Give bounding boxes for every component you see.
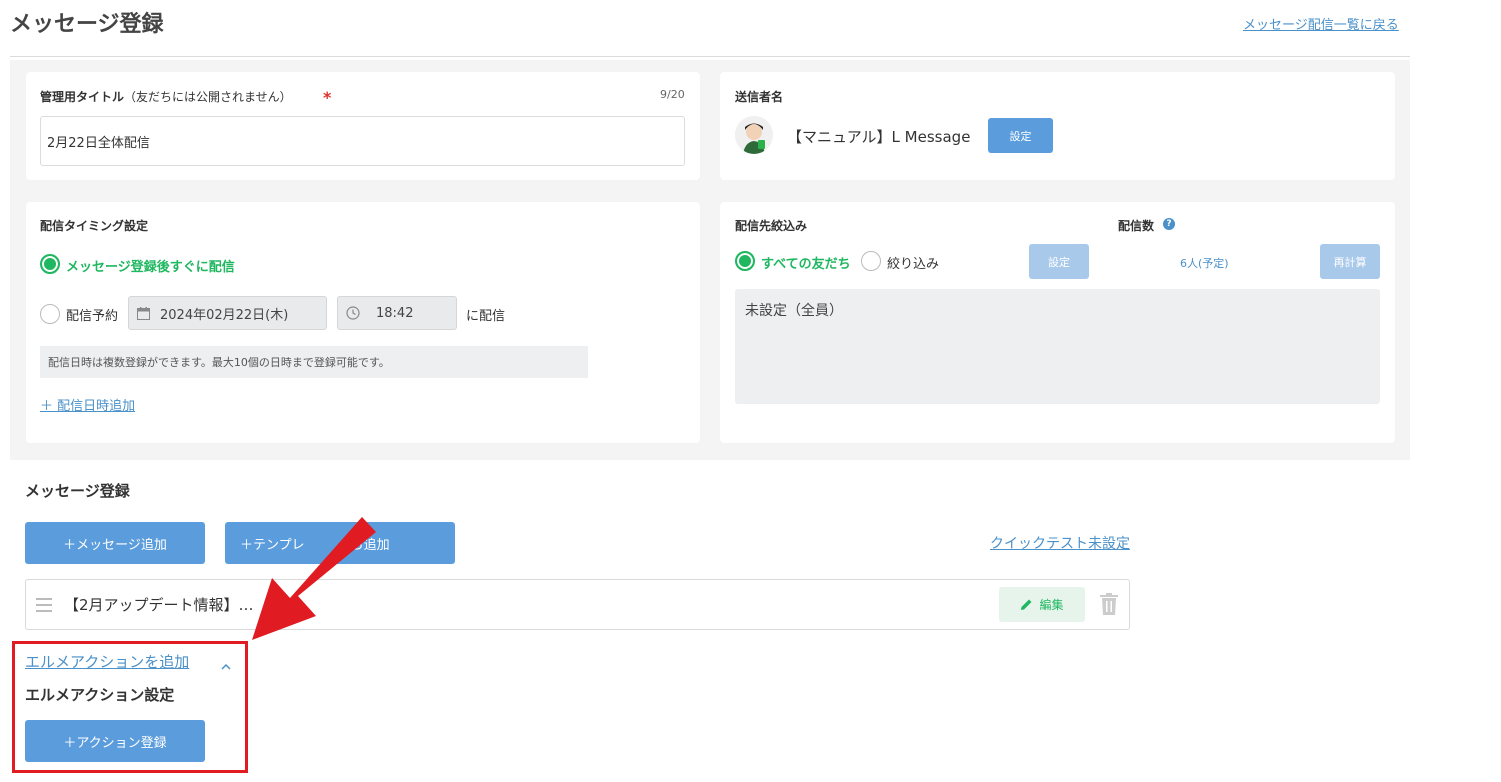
highlight-box [12, 641, 248, 773]
required-mark: * [323, 88, 332, 107]
help-icon[interactable]: ? [1163, 218, 1175, 230]
radio-scheduled[interactable] [40, 304, 60, 324]
quick-test-link[interactable]: クイックテスト未設定 [990, 533, 1130, 553]
target-label: 配信先絞込み [735, 219, 808, 233]
title-char-counter: 9/20 [660, 88, 685, 101]
sender-set-button[interactable]: 設定 [988, 118, 1053, 153]
timing-label: 配信タイミング設定 [40, 219, 149, 233]
scheduled-option-label: 配信予約 [66, 309, 119, 324]
calendar-icon [137, 306, 150, 320]
target-summary-box: 未設定（全員） [735, 289, 1380, 404]
message-item-title: 【2月アップデート情報】… [64, 596, 254, 614]
radio-immediate[interactable] [40, 254, 60, 274]
admin-title-input[interactable]: 2月22日全体配信 [40, 116, 685, 166]
radio-all-friends[interactable] [735, 251, 755, 271]
target-set-button[interactable]: 設定 [1029, 244, 1089, 279]
back-to-list-link[interactable]: メッセージ配信一覧に戻る [1243, 14, 1399, 33]
title-divider [10, 56, 1410, 57]
schedule-notice: 配信日時は複数登録ができます。最大10個の日時まで登録可能です。 [40, 346, 588, 378]
sender-label: 送信者名 [735, 90, 784, 104]
schedule-time-value: 18:42 [376, 305, 414, 321]
radio-filter[interactable] [861, 251, 881, 271]
edit-message-button[interactable]: 編集 [999, 587, 1085, 622]
annotation-arrow-icon [240, 512, 380, 646]
add-message-button[interactable]: ＋メッセージ追加 [25, 522, 205, 564]
schedule-date-field[interactable]: 2024年02月22日(木) [128, 296, 327, 330]
edit-button-label: 編集 [1039, 598, 1064, 612]
immediate-option-label: メッセージ登録後すぐに配信 [66, 260, 235, 275]
recalculate-button[interactable]: 再計算 [1320, 244, 1380, 279]
delivery-count-value: 6人(予定) [1180, 257, 1229, 270]
admin-title-sub-label: （友だちには公開されません） [124, 90, 292, 104]
help-icon-glyph: ? [1166, 219, 1172, 229]
clock-icon [346, 306, 360, 320]
schedule-time-field[interactable]: 18:42 [337, 296, 457, 330]
schedule-date-value: 2024年02月22日(木) [160, 307, 289, 323]
target-summary-text: 未設定（全員） [745, 303, 843, 319]
trash-icon[interactable] [1100, 593, 1118, 619]
page-title: メッセージ登録 [10, 12, 164, 37]
pencil-icon [1020, 598, 1033, 611]
admin-title-value: 2月22日全体配信 [47, 135, 150, 151]
schedule-notice-text: 配信日時は複数登録ができます。最大10個の日時まで登録可能です。 [48, 356, 390, 369]
filter-label: 絞り込み [887, 257, 940, 272]
drag-handle-icon[interactable] [36, 597, 52, 616]
message-section-heading: メッセージ登録 [25, 482, 130, 500]
add-schedule-link[interactable]: ＋ 配信日時追加 [40, 395, 135, 414]
sender-name: 【マニュアル】L Message [787, 128, 971, 146]
delivery-count-label: 配信数 [1118, 219, 1155, 233]
schedule-suffix: に配信 [466, 309, 506, 324]
admin-title-label-text: 管理用タイトル [40, 90, 125, 104]
sender-avatar [735, 116, 773, 154]
all-friends-label: すべての友だち [761, 257, 851, 272]
admin-title-label: 管理用タイトル（友だちには公開されません） [40, 88, 292, 105]
